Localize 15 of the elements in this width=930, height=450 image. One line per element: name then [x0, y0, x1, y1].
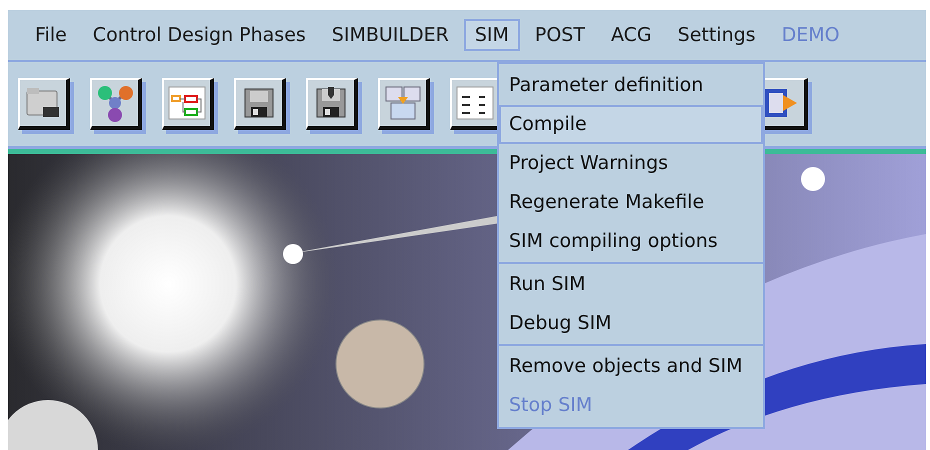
- menu-option[interactable]: Run SIM: [499, 265, 763, 304]
- menu-item[interactable]: Control Design Phases: [82, 19, 317, 51]
- menu-item[interactable]: ACG: [600, 19, 663, 51]
- menu-item[interactable]: SIMBUILDER: [320, 19, 460, 51]
- menu-option[interactable]: Parameter definition: [499, 66, 763, 105]
- menu-option[interactable]: Compile: [499, 105, 763, 144]
- menu-item[interactable]: SIM: [464, 19, 520, 51]
- menu-option[interactable]: Project Warnings: [499, 144, 763, 183]
- menu-option[interactable]: Debug SIM: [499, 304, 763, 343]
- menu-item[interactable]: File: [24, 19, 78, 51]
- menu-option[interactable]: Regenerate Makefile: [499, 183, 763, 222]
- menu-item[interactable]: POST: [524, 19, 596, 51]
- menu-item[interactable]: Settings: [666, 19, 767, 51]
- menu-option[interactable]: SIM compiling options: [499, 222, 763, 261]
- menu-option[interactable]: Remove objects and SIM: [499, 347, 763, 386]
